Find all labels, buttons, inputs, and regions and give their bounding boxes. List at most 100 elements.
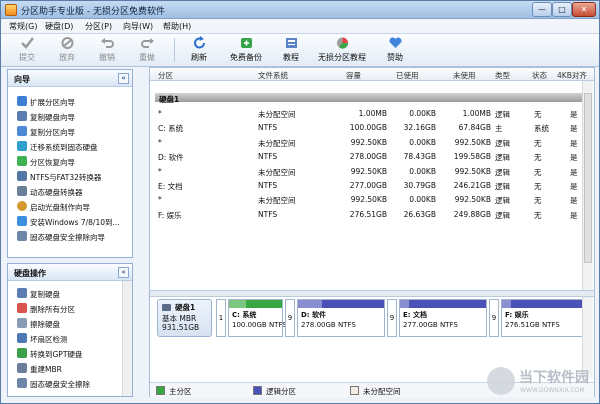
cell-align: 是 <box>570 182 578 191</box>
cell-status: 无 <box>534 210 542 220</box>
disk-op-bad-sector[interactable]: 坏扇区检测 <box>8 330 132 345</box>
ntfs-fat32-converter-icon <box>17 171 27 181</box>
refresh-icon <box>193 36 205 49</box>
ssd-erase-icon <box>17 378 27 388</box>
copy-partition-icon <box>17 126 27 136</box>
maximize-button[interactable]: □ <box>552 2 572 17</box>
refresh-button[interactable]: 刷新 <box>185 36 213 63</box>
minimize-button[interactable]: — <box>532 2 552 17</box>
col-filesystem[interactable]: 文件系统 <box>258 70 288 81</box>
menu-disk[interactable]: 硬盘(D) <box>45 21 73 32</box>
cell-status: 无 <box>534 153 542 163</box>
col-type[interactable]: 类型 <box>495 70 510 81</box>
free-backup-button[interactable]: 免费备份 <box>226 36 266 63</box>
partition-info: 100.00GB NTFS <box>232 321 287 329</box>
wizard-item-copy-disk[interactable]: 复制硬盘向导 <box>8 108 132 123</box>
partition-info: 276.51GB NTFS <box>505 321 560 329</box>
disk-card[interactable]: 硬盘1 基本 MBR 931.51GB <box>157 299 212 337</box>
disk-operations-panel: 硬盘操作 « 复制硬盘 删除所有分区 擦除硬盘 坏扇区检测 转换到GPT硬盘 重… <box>7 263 133 397</box>
disk-op-rebuild-mbr[interactable]: 重建MBR <box>8 360 132 375</box>
cell-unused: 246.21GB <box>453 181 491 190</box>
partition-usage-fill <box>502 300 511 308</box>
wizard-item-copy-partition[interactable]: 复制分区向导 <box>8 123 132 138</box>
lossless-tutorial-button[interactable]: 无损分区教程 <box>317 36 367 63</box>
disk-op-copy-disk[interactable]: 复制硬盘 <box>8 285 132 300</box>
redo-button[interactable]: 重做 <box>134 36 160 63</box>
disk-name: 硬盘1 <box>175 303 196 312</box>
unallocated-slot[interactable]: 9 <box>489 299 499 337</box>
partition-block[interactable]: E: 文档 277.00GB NTFS <box>399 299 487 337</box>
table-scrollbar[interactable] <box>582 81 593 290</box>
col-capacity[interactable]: 容量 <box>346 70 361 81</box>
disk-op-ssd-erase[interactable]: 固态硬盘安全擦除 <box>8 375 132 390</box>
disk-op-delete-all[interactable]: 删除所有分区 <box>8 300 132 315</box>
app-window: 分区助手专业版 - 无损分区免费软件 — □ ✕ 常规(G) 硬盘(D) 分区(… <box>0 0 600 404</box>
cell-align: 是 <box>570 196 578 206</box>
bad-sector-check-icon <box>17 333 27 343</box>
wizard-item-partition-recovery[interactable]: 分区恢复向导 <box>8 153 132 168</box>
table-row[interactable]: * 未分配空间 992.50KB 0.00KB 992.50KB 逻辑 无 是 <box>150 165 580 179</box>
disk-op-convert-gpt[interactable]: 转换到GPT硬盘 <box>8 345 132 360</box>
col-4kb-align[interactable]: 4KB对齐 <box>557 70 587 81</box>
copy-disk-icon <box>17 111 27 121</box>
pane-splitter[interactable] <box>150 290 594 297</box>
cell-unused: 992.50KB <box>454 195 491 205</box>
cell-status: 系统 <box>534 124 549 134</box>
unallocated-slot[interactable]: 9 <box>285 299 295 337</box>
table-row[interactable]: * 未分配空间 1.00MB 0.00KB 1.00MB 逻辑 无 是 <box>150 107 580 121</box>
menu-wizard[interactable]: 向导(W) <box>123 21 153 32</box>
disk-op-wipe[interactable]: 擦除硬盘 <box>8 315 132 330</box>
partition-block[interactable]: C: 系统 100.00GB NTFS <box>228 299 287 337</box>
wizard-item-ntfs-fat32[interactable]: NTFS与FAT32转换器 <box>8 168 132 183</box>
cell-capacity: 277.00GB <box>349 181 387 190</box>
tutorial-button[interactable]: 教程 <box>277 36 305 63</box>
cell-align: 是 <box>570 210 578 220</box>
disk-ops-scrollbar[interactable] <box>122 281 132 396</box>
disk-ops-collapse-button[interactable]: « <box>118 267 129 278</box>
table-row[interactable]: F: 娱乐 NTFS 276.51GB 26.63GB 249.88GB 逻辑 无 是 <box>150 208 580 222</box>
main-area: 分区 文件系统 容量 已使用 未使用 类型 状态 4KB对齐 硬盘1 * 未分配空… <box>149 67 595 397</box>
partition-recovery-icon <box>17 156 27 166</box>
close-button[interactable]: ✕ <box>572 2 596 17</box>
col-status[interactable]: 状态 <box>532 70 547 81</box>
table-row[interactable]: * 未分配空间 992.50KB 0.00KB 992.50KB 逻辑 无 是 <box>150 136 580 150</box>
table-row[interactable]: E: 文档 NTFS 277.00GB 30.79GB 246.21GB 逻辑 无 是 <box>150 179 580 193</box>
col-unused[interactable]: 未使用 <box>453 70 476 81</box>
discard-button[interactable]: 放弃 <box>54 36 80 63</box>
wizard-panel-header: 向导 « <box>8 70 132 87</box>
unallocated-slot[interactable]: 9 <box>387 299 397 337</box>
partition-block[interactable]: F: 娱乐 276.51GB NTFS <box>501 299 589 337</box>
menu-partition[interactable]: 分区(P) <box>85 21 112 32</box>
app-icon <box>5 4 17 16</box>
menu-general[interactable]: 常规(G) <box>9 21 37 32</box>
undo-button[interactable]: 撤销 <box>94 36 120 63</box>
legend-logical: 逻辑分区 <box>266 387 296 396</box>
delete-all-partitions-icon <box>17 303 27 313</box>
wizard-collapse-button[interactable]: « <box>118 73 129 84</box>
partition-color-bar <box>298 300 384 308</box>
wizard-item-extend-partition[interactable]: 扩展分区向导 <box>8 93 132 108</box>
cell-unused: 67.84GB <box>458 123 491 133</box>
disk-group-header[interactable]: 硬盘1 <box>155 93 591 104</box>
partition-block[interactable]: D: 软件 278.00GB NTFS <box>297 299 385 337</box>
table-row[interactable]: C: 系统 NTFS 100.00GB 32.16GB 67.84GB 主 系统 是 <box>150 121 580 135</box>
undo-icon <box>100 38 114 48</box>
wizard-item-boot-disc[interactable]: 启动光盘制作向导 <box>8 198 132 213</box>
wizard-item-ssd-erase[interactable]: 固态硬盘安全擦除向导 <box>8 228 132 243</box>
col-used[interactable]: 已使用 <box>396 70 419 81</box>
sponsor-button[interactable]: 赞助 <box>383 36 407 63</box>
unallocated-slot[interactable]: 1 <box>216 299 226 337</box>
cell-partition: * <box>158 109 162 118</box>
scrollbar-thumb[interactable] <box>584 93 592 263</box>
table-row[interactable]: * 未分配空间 992.50KB 0.00KB 992.50KB 逻辑 无 是 <box>150 193 580 207</box>
submit-button[interactable]: 提交 <box>14 36 40 63</box>
table-row[interactable]: D: 软件 NTFS 278.00GB 78.43GB 199.58GB 逻辑 无 是 <box>150 150 580 164</box>
col-partition[interactable]: 分区 <box>158 70 173 81</box>
cell-partition: * <box>158 166 162 176</box>
cell-fs: 未分配空间 <box>258 138 296 148</box>
wizard-item-install-windows[interactable]: 安装Windows 7/8/10到... <box>8 213 132 228</box>
extend-partition-icon <box>17 96 27 106</box>
wizard-item-migrate-os[interactable]: 迁移系统到固态硬盘 <box>8 138 132 153</box>
wizard-item-dynamic-disk[interactable]: 动态硬盘转换器 <box>8 183 132 198</box>
menu-help[interactable]: 帮助(H) <box>163 21 191 32</box>
